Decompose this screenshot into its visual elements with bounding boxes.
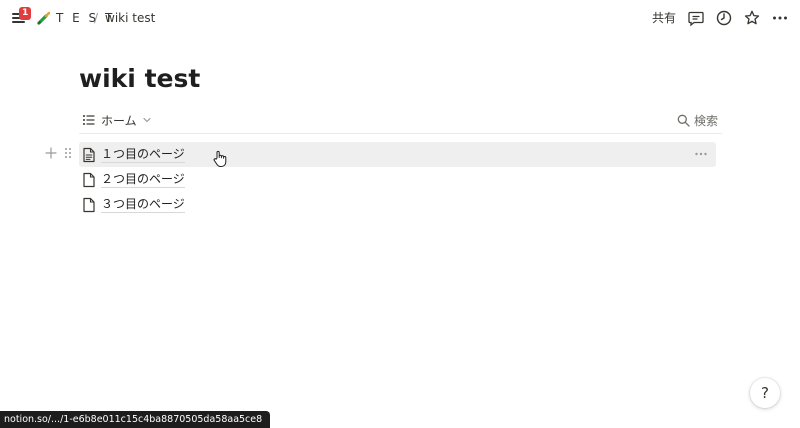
view-tab-home[interactable]: ホーム: [82, 111, 152, 129]
list-icon: [83, 115, 95, 125]
updates-button[interactable]: [715, 9, 733, 27]
drag-handle-icon[interactable]: [63, 146, 73, 160]
view-tab-label: ホーム: [101, 113, 137, 128]
database-view-bar: ホーム 検索: [79, 108, 722, 134]
page-link-title[interactable]: ２つ目のページ: [101, 171, 185, 188]
ellipsis-icon[interactable]: [694, 148, 708, 160]
comment-icon: [688, 11, 704, 27]
page-link-title[interactable]: ３つ目のページ: [101, 196, 185, 213]
page-list: １つ目のページ ２つ目のページ ３つ目のページ: [79, 142, 716, 217]
search-label: 検索: [693, 113, 718, 128]
clock-icon: [716, 10, 732, 26]
share-button[interactable]: 共有: [652, 10, 676, 26]
star-icon: [744, 10, 760, 25]
document-icon: [83, 147, 95, 162]
page-title[interactable]: wiki test: [79, 63, 200, 95]
ellipsis-icon: [773, 16, 787, 20]
add-block-handle[interactable]: [44, 146, 58, 160]
hand-cursor-icon: [213, 150, 227, 167]
more-options-button[interactable]: [771, 9, 789, 27]
chevron-down-icon: [143, 117, 151, 123]
topbar: 1 T E S T / wiki test 共有: [0, 0, 800, 36]
document-icon: [83, 197, 95, 212]
help-button[interactable]: ?: [750, 378, 780, 408]
search-icon: [677, 114, 690, 127]
breadcrumb-page[interactable]: wiki test: [105, 10, 155, 26]
breadcrumb-separator: /: [94, 11, 99, 25]
database-search-button[interactable]: 検索: [677, 111, 718, 129]
list-item[interactable]: ３つ目のページ: [79, 192, 716, 217]
notification-badge: 1: [19, 7, 32, 20]
paint-tube-icon: [37, 11, 51, 25]
status-bar-url: notion.so/.../1-e6b8e011c15c4ba8870505da…: [0, 411, 271, 428]
document-icon: [83, 172, 95, 187]
list-item[interactable]: ２つ目のページ: [79, 167, 716, 192]
comments-button[interactable]: [687, 9, 705, 27]
list-item[interactable]: １つ目のページ: [79, 142, 716, 167]
page-link-title[interactable]: １つ目のページ: [101, 146, 185, 163]
favorite-button[interactable]: [743, 9, 761, 27]
